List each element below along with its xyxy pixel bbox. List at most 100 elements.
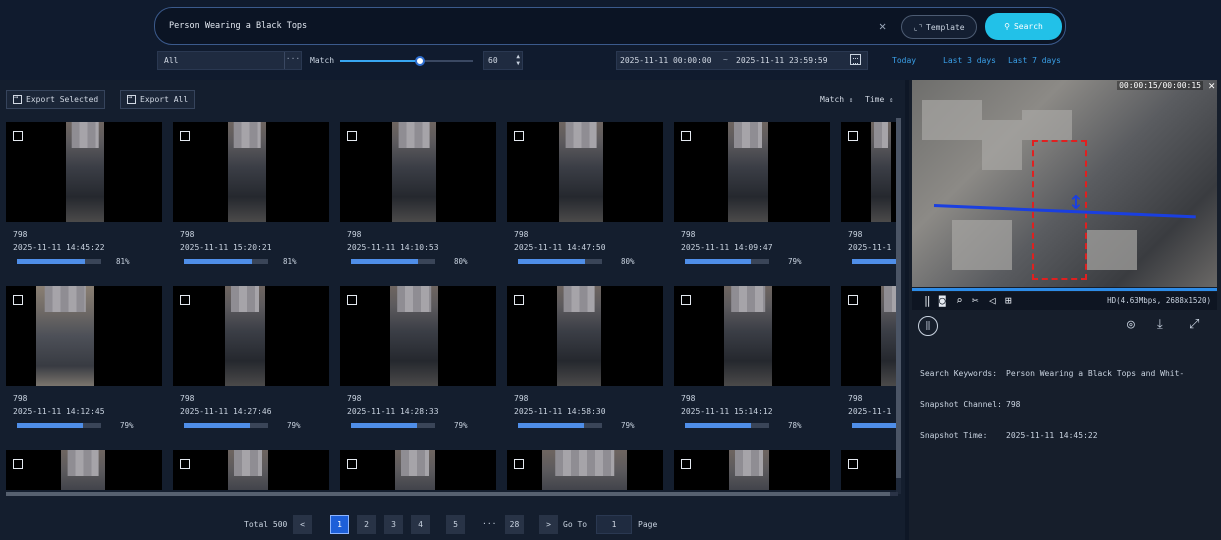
grid-icon[interactable]: ⊞ <box>1005 294 1012 307</box>
result-thumbnail[interactable] <box>173 450 329 490</box>
result-thumbnail[interactable] <box>841 286 898 386</box>
page-ellipsis[interactable]: ··· <box>482 519 496 528</box>
page-button-4[interactable]: 4 <box>411 515 430 534</box>
zoom-icon[interactable]: ⌕ <box>956 294 963 307</box>
sort-time-label: Time <box>865 95 885 104</box>
download-icon[interactable]: ⤓ <box>1157 317 1163 332</box>
page-button-3[interactable]: 3 <box>384 515 403 534</box>
match-stepper[interactable]: 60 ▲ ▼ <box>483 51 523 70</box>
quick-today-link[interactable]: Today <box>892 56 916 65</box>
export-selected-button[interactable]: Export Selected <box>6 90 106 109</box>
results-toolbar: Export Selected Export All Match ⇕ Time … <box>0 80 905 118</box>
tool-icon[interactable]: ✂ <box>972 294 979 307</box>
goto-page-input[interactable]: 1 <box>596 515 632 534</box>
result-thumbnail[interactable] <box>841 450 898 490</box>
result-thumbnail[interactable] <box>173 122 329 222</box>
result-thumbnail[interactable] <box>340 122 496 222</box>
select-checkbox[interactable] <box>848 295 858 305</box>
select-checkbox[interactable] <box>347 295 357 305</box>
close-icon[interactable]: ✕ <box>1208 80 1215 92</box>
result-channel: 798 <box>848 230 863 239</box>
result-thumbnail[interactable] <box>674 286 830 386</box>
audio-icon[interactable]: ◁ <box>989 294 996 307</box>
video-blur <box>982 120 1022 170</box>
sort-match[interactable]: Match ⇕ <box>820 95 853 104</box>
result-channel: 798 <box>347 230 362 239</box>
date-range-picker[interactable]: 2025-11-11 00:00:00 ~ 2025-11-11 23:59:5… <box>616 51 868 70</box>
select-checkbox[interactable] <box>681 295 691 305</box>
locate-icon[interactable]: ◎ <box>1127 317 1135 332</box>
pause-icon[interactable]: ‖ <box>924 294 931 307</box>
quick-3days-link[interactable]: Last 3 days <box>943 56 996 65</box>
match-percent: 79% <box>287 421 301 430</box>
search-button[interactable]: ⚲ Search <box>985 13 1062 40</box>
select-checkbox[interactable] <box>180 459 190 469</box>
vertical-scrollbar[interactable] <box>896 118 901 494</box>
export-all-button[interactable]: Export All <box>120 90 196 109</box>
select-checkbox[interactable] <box>13 459 23 469</box>
result-thumbnail[interactable] <box>674 122 830 222</box>
select-checkbox[interactable] <box>848 459 858 469</box>
prev-page-button[interactable]: < <box>293 515 312 534</box>
close-icon[interactable]: ✕ <box>879 19 886 33</box>
match-bar-fill <box>17 423 84 428</box>
result-thumbnail[interactable] <box>674 450 830 490</box>
result-thumbnail[interactable] <box>340 450 496 490</box>
horizontal-scrollbar[interactable] <box>6 492 898 496</box>
search-bar[interactable]: Person Wearing a Black Tops ✕ ⌞⌝ Templat… <box>154 7 1066 45</box>
result-thumbnail[interactable] <box>841 122 898 222</box>
more-icon[interactable]: ··· <box>284 52 301 69</box>
result-channel: 798 <box>514 230 529 239</box>
page-button-last[interactable]: 28 <box>505 515 524 534</box>
match-percent: 79% <box>621 421 635 430</box>
vertical-scrollbar-thumb[interactable] <box>896 118 901 478</box>
select-checkbox[interactable] <box>13 131 23 141</box>
quick-7days-link[interactable]: Last 7 days <box>1008 56 1061 65</box>
face-blur <box>71 122 99 148</box>
snapshot-channel-value: 798 <box>1006 400 1021 409</box>
face-blur <box>735 450 763 476</box>
result-thumbnail[interactable] <box>6 122 162 222</box>
select-checkbox[interactable] <box>681 131 691 141</box>
result-thumbnail[interactable] <box>173 286 329 386</box>
video-player[interactable]: 00:00:15/00:00:15 ✕ ↕ <box>912 80 1217 287</box>
select-checkbox[interactable] <box>681 459 691 469</box>
match-slider-handle[interactable] <box>414 56 425 66</box>
snapshot-icon[interactable]: ◙ <box>939 294 946 307</box>
date-start: 2025-11-11 00:00:00 <box>620 56 712 65</box>
result-thumbnail[interactable] <box>507 286 663 386</box>
select-checkbox[interactable] <box>347 459 357 469</box>
horizontal-scrollbar-thumb[interactable] <box>6 492 890 496</box>
result-thumbnail[interactable] <box>6 450 162 490</box>
goto-label: Go To <box>563 520 588 529</box>
select-checkbox[interactable] <box>347 131 357 141</box>
fullscreen-icon[interactable]: ⤢ <box>1189 317 1199 332</box>
calendar-icon[interactable] <box>850 54 861 65</box>
search-input[interactable]: Person Wearing a Black Tops <box>169 21 307 31</box>
pause-circle-button[interactable]: ‖ <box>918 316 938 336</box>
sort-time[interactable]: Time ⇕ <box>865 95 893 104</box>
select-checkbox[interactable] <box>180 131 190 141</box>
select-checkbox[interactable] <box>514 295 524 305</box>
page-button-5[interactable]: 5 <box>446 515 465 534</box>
channel-select[interactable]: All ··· <box>157 51 302 70</box>
result-thumbnail[interactable] <box>507 450 663 490</box>
result-thumbnail[interactable] <box>340 286 496 386</box>
page-button-2[interactable]: 2 <box>357 515 376 534</box>
person-image <box>559 122 603 222</box>
select-checkbox[interactable] <box>514 459 524 469</box>
select-checkbox[interactable] <box>13 295 23 305</box>
result-thumbnail[interactable] <box>507 122 663 222</box>
select-checkbox[interactable] <box>514 131 524 141</box>
page-button-1[interactable]: 1 <box>330 515 349 534</box>
stepper-arrows-icon[interactable]: ▲ ▼ <box>516 53 520 67</box>
match-slider[interactable] <box>340 56 473 66</box>
match-percent: 81% <box>116 257 130 266</box>
select-checkbox[interactable] <box>848 131 858 141</box>
select-checkbox[interactable] <box>180 295 190 305</box>
template-button[interactable]: ⌞⌝ Template <box>901 15 977 39</box>
video-progress-bar[interactable] <box>912 288 1217 291</box>
result-thumbnail[interactable] <box>6 286 162 386</box>
match-value: 60 <box>488 56 498 65</box>
next-page-button[interactable]: > <box>539 515 558 534</box>
